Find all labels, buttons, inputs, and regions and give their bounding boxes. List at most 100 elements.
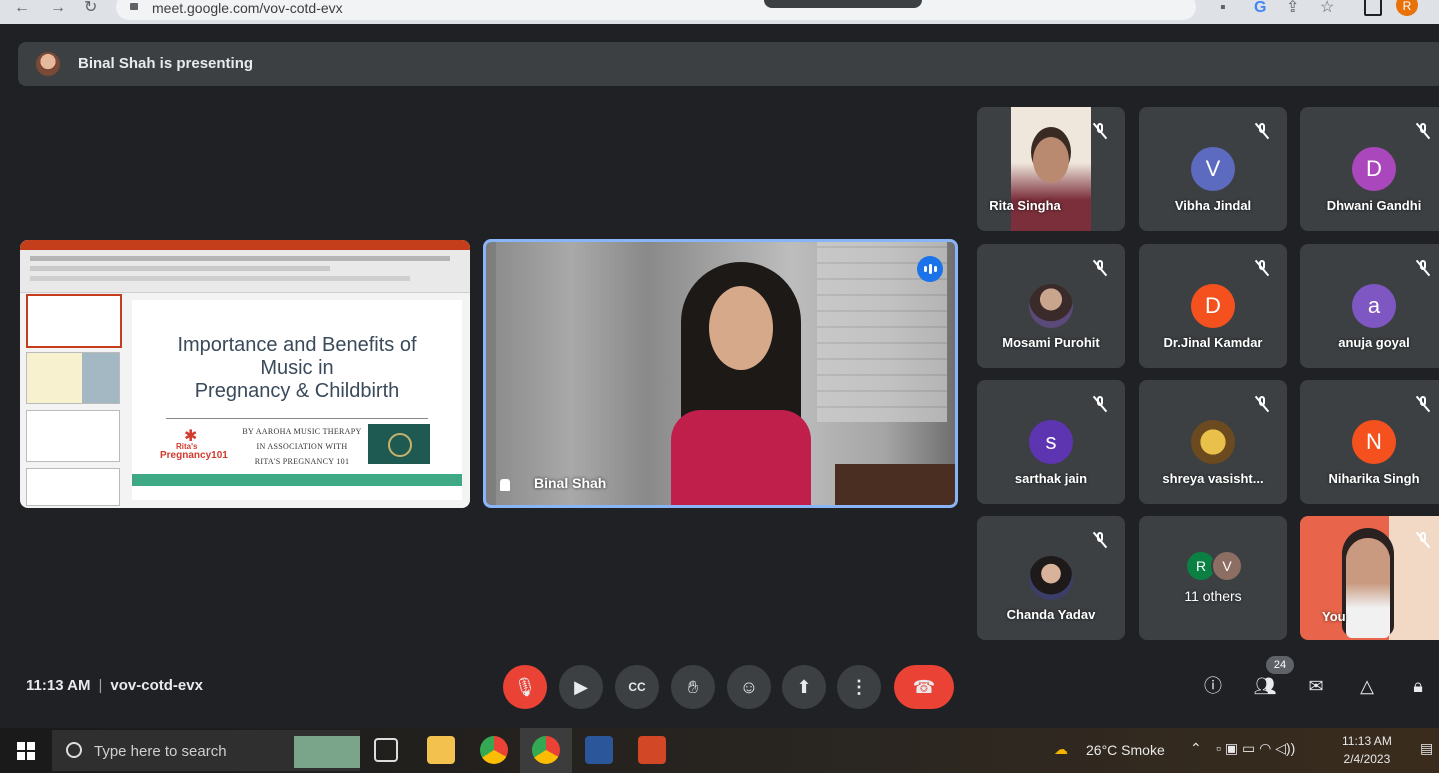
- participant-tile[interactable]: Mosami Purohit: [977, 244, 1125, 368]
- participant-name: Niharika Singh: [1328, 471, 1420, 486]
- participant-tile[interactable]: s sarthak jain: [977, 380, 1125, 504]
- mic-off-icon: [1093, 260, 1107, 276]
- speaker-tile[interactable]: Binal Shah: [483, 239, 958, 508]
- background-cabinet: [496, 242, 646, 505]
- meeting-code: vov-cotd-evx: [110, 677, 203, 694]
- weather-text[interactable]: 26°C Smoke: [1086, 742, 1165, 758]
- participant-name: Chanda Yadav: [1006, 607, 1096, 622]
- participant-tile[interactable]: shreya vasisht...: [1139, 380, 1287, 504]
- hand-icon: ✋︎: [687, 677, 699, 697]
- chat-button[interactable]: ✉: [1303, 673, 1329, 699]
- meeting-info-button[interactable]: ⓘ: [1200, 673, 1226, 699]
- taskbar-clock[interactable]: 11:13 AM 2/4/2023: [1342, 732, 1392, 768]
- present-screen-button[interactable]: ⬆: [782, 665, 826, 709]
- pin-icon[interactable]: [500, 479, 510, 491]
- slide-thumbnail[interactable]: [26, 410, 120, 462]
- mic-off-icon: [1416, 532, 1430, 548]
- camera-button[interactable]: ▶: [559, 665, 603, 709]
- chat-icon: ✉: [1308, 676, 1324, 696]
- reactions-button[interactable]: ☺: [727, 665, 771, 709]
- leave-call-button[interactable]: ☎: [894, 665, 954, 709]
- weather-icon: ☁: [1054, 741, 1068, 757]
- participant-avatar: D: [1352, 147, 1396, 191]
- google-icon[interactable]: G: [1254, 0, 1266, 16]
- tab-search-icon[interactable]: [1364, 0, 1382, 16]
- mic-off-icon: [1416, 123, 1430, 139]
- chrome-icon[interactable]: [480, 736, 508, 764]
- clock-time: 11:13 AM: [1342, 734, 1392, 748]
- smiley-icon: ☺: [739, 677, 759, 697]
- participant-photo: [1029, 556, 1073, 600]
- aaroha-logo: [368, 424, 430, 464]
- participant-avatar: V: [1191, 147, 1235, 191]
- file-explorer-icon[interactable]: [427, 736, 455, 764]
- mic-off-icon: [1255, 396, 1269, 412]
- participant-tile[interactable]: a anuja goyal: [1300, 244, 1439, 368]
- slide-title-line: Importance and Benefits of: [177, 334, 417, 356]
- presentation-tile[interactable]: Importance and Benefits of Music in Preg…: [20, 240, 470, 508]
- reload-icon[interactable]: ↻: [84, 0, 97, 16]
- participant-name: Dr.Jinal Kamdar: [1163, 335, 1263, 350]
- powerpoint-icon[interactable]: [638, 736, 666, 764]
- url-text: meet.google.com/vov-cotd-evx: [152, 0, 343, 16]
- profile-avatar[interactable]: R: [1396, 0, 1418, 16]
- participant-name: sarthak jain: [1014, 471, 1088, 486]
- show-hidden-icons-icon[interactable]: ⌃: [1190, 740, 1202, 757]
- captions-button[interactable]: CC: [615, 665, 659, 709]
- people-button[interactable]: 👥︎: [1252, 673, 1278, 699]
- participant-tile[interactable]: R V 11 others: [1139, 516, 1287, 640]
- participant-avatar: a: [1352, 284, 1396, 328]
- windows-start-icon[interactable]: [17, 742, 35, 760]
- people-count-badge: 24: [1266, 656, 1294, 674]
- star-icon[interactable]: ☆: [1320, 0, 1334, 16]
- slide-thumbnail[interactable]: [26, 294, 122, 348]
- raise-hand-button[interactable]: ✋︎: [671, 665, 715, 709]
- word-icon[interactable]: [585, 736, 613, 764]
- microphone-off-button[interactable]: 🎙︎: [503, 665, 547, 709]
- participant-tile[interactable]: Chanda Yadav: [977, 516, 1125, 640]
- slide-title: Importance and Benefits of Music in Preg…: [132, 334, 462, 403]
- self-video: [1346, 538, 1390, 638]
- search-highlight-image: [294, 736, 360, 768]
- slide-title-line: Music in: [260, 357, 334, 379]
- participant-photo: [1029, 284, 1073, 328]
- slide-thumbnail[interactable]: [26, 352, 120, 404]
- participant-tile[interactable]: N Niharika Singh: [1300, 380, 1439, 504]
- slide-title-line: Pregnancy & Childbirth: [194, 380, 400, 402]
- system-tray-icons[interactable]: ▫ ▣ ▭ ◠ ◁)): [1216, 740, 1295, 757]
- present-icon: ⬆: [796, 677, 812, 697]
- mic-off-icon: [1255, 260, 1269, 276]
- meeting-time: 11:13 AM: [26, 677, 91, 694]
- notifications-icon[interactable]: ▤: [1420, 740, 1433, 757]
- screen-share-pill[interactable]: [764, 0, 922, 8]
- back-arrow-icon[interactable]: ←: [14, 0, 30, 16]
- address-bar[interactable]: meet.google.com/vov-cotd-evx: [116, 0, 1196, 20]
- host-controls-button[interactable]: 🔒︎: [1405, 673, 1431, 699]
- slide-thumbnail[interactable]: [26, 468, 120, 506]
- participant-tile[interactable]: Rita Singha: [977, 107, 1125, 231]
- participant-tile[interactable]: You: [1300, 516, 1439, 640]
- people-icon: 👥︎: [1253, 676, 1277, 696]
- chrome-profile-icon[interactable]: [532, 736, 560, 764]
- taskbar-search[interactable]: Type here to search: [52, 730, 360, 771]
- participant-name: Mosami Purohit: [1002, 335, 1100, 350]
- mic-off-icon: [1093, 396, 1107, 412]
- activities-button[interactable]: △: [1354, 673, 1380, 699]
- participant-photo: [1191, 420, 1235, 464]
- forward-arrow-icon[interactable]: →: [50, 0, 66, 16]
- speaking-indicator-icon: [917, 256, 943, 282]
- mic-off-icon: [1093, 123, 1107, 139]
- more-options-button[interactable]: ⋮: [837, 665, 881, 709]
- participant-name: 11 others: [1184, 588, 1242, 604]
- task-view-icon[interactable]: [374, 738, 398, 762]
- participant-name: Dhwani Gandhi: [1326, 198, 1422, 213]
- participant-tile[interactable]: V Vibha Jindal: [1139, 107, 1287, 231]
- mic-off-icon: 🎙︎: [513, 677, 537, 697]
- clock-date: 2/4/2023: [1343, 752, 1391, 766]
- share-icon[interactable]: ⇪: [1286, 0, 1299, 16]
- participant-tile[interactable]: D Dhwani Gandhi: [1300, 107, 1439, 231]
- camera-icon[interactable]: ▪: [1220, 0, 1226, 16]
- presenting-text: Binal Shah is presenting: [78, 55, 254, 72]
- more-vert-icon: ⋮: [850, 677, 868, 697]
- participant-tile[interactable]: D Dr.Jinal Kamdar: [1139, 244, 1287, 368]
